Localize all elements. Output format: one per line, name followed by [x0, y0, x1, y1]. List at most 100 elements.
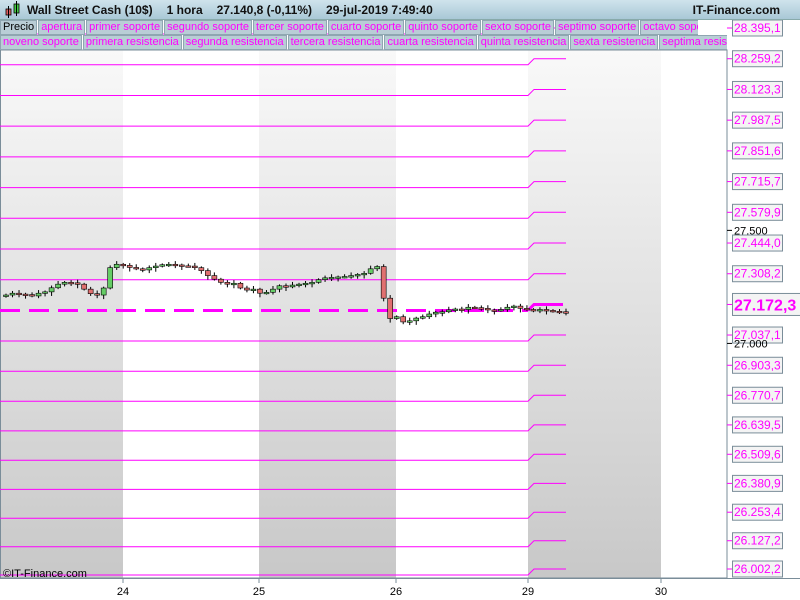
legend-item[interactable]: septima resistencia: [659, 35, 727, 50]
candle-body: [35, 292, 42, 297]
level-label: 28.259,2: [734, 52, 781, 66]
candle-body: [231, 282, 237, 286]
legend-item[interactable]: segundo soporte: [164, 20, 253, 35]
candle-body: [491, 309, 498, 312]
candle-body: [328, 277, 335, 280]
candle-body: [400, 316, 407, 323]
candle-body: [563, 311, 569, 314]
level-label: 27.444,0: [734, 236, 781, 250]
legend-item[interactable]: tercer soporte: [253, 20, 327, 35]
level-label: 27.987,5: [734, 113, 781, 127]
candle-body: [289, 284, 296, 288]
candle-body: [426, 313, 433, 318]
candle-body: [413, 317, 420, 322]
candle-body: [472, 306, 478, 310]
candle-body: [159, 264, 166, 267]
candle-body: [205, 270, 211, 276]
candle-body: [107, 267, 113, 289]
candlestick-logo-icon: [5, 0, 20, 18]
candle-body: [165, 263, 172, 267]
candle-body: [341, 276, 348, 279]
candle-body: [550, 310, 556, 313]
datetime: 29-jul-2019 7:49:40: [326, 2, 433, 17]
level-label: 26.127,2: [734, 534, 781, 548]
candle-body: [504, 306, 511, 310]
candle-body: [498, 309, 504, 312]
candle-body: [315, 279, 322, 283]
x-tick-label: 29: [522, 586, 534, 598]
candle-body: [16, 292, 22, 296]
candle-body: [517, 305, 524, 309]
legend-item[interactable]: Precio: [0, 20, 38, 35]
candle-body: [406, 320, 413, 323]
candle-body: [556, 311, 563, 314]
candle-body: [61, 282, 68, 285]
candle-body: [263, 292, 270, 295]
candle-body: [419, 316, 426, 319]
last-price: 27.140,8 (-0,11%): [216, 2, 313, 17]
candle-body: [387, 297, 393, 319]
candle-body: [459, 308, 465, 311]
candle-body: [367, 268, 374, 274]
level-label: 26.903,3: [734, 358, 781, 372]
legend-item[interactable]: primer soporte: [86, 20, 164, 35]
candle-body: [218, 278, 224, 283]
level-label: 26.253,4: [734, 505, 781, 519]
legend-item[interactable]: sexta resistencia: [570, 35, 659, 50]
candle-body: [250, 288, 257, 291]
legend-item[interactable]: apertura: [38, 20, 86, 35]
legend-row-1: Precio apertura primer soporte segundo sopo…: [0, 20, 698, 35]
candle-body: [276, 285, 283, 290]
level-label: 26.002,2: [734, 562, 781, 576]
legend-item[interactable]: primera resistencia: [82, 35, 182, 50]
candle-body: [478, 307, 485, 310]
brand: IT-Finance.com: [692, 3, 780, 17]
legend-item[interactable]: quinta resistencia: [477, 35, 570, 50]
x-tick-label: 24: [117, 586, 129, 598]
candle-body: [113, 263, 120, 268]
candle-body: [3, 294, 9, 297]
level-label: 28.395,1: [734, 21, 781, 35]
legend-item[interactable]: noveno soporte: [0, 35, 82, 50]
candle-body: [296, 283, 302, 286]
legend-item[interactable]: cuarta resistencia: [384, 35, 477, 50]
candle-body: [543, 309, 550, 312]
legend-item[interactable]: tercera resistencia: [287, 35, 384, 50]
level-label: 26.639,5: [734, 418, 781, 432]
legend-item[interactable]: segunda resistencia: [182, 35, 287, 50]
instrument-title: Wall Street Cash (10$): [27, 2, 153, 17]
watermark: ©IT-Finance.com: [3, 568, 87, 580]
candle-body: [237, 282, 244, 289]
day-band: [528, 50, 661, 578]
level-label: 27.308,2: [734, 267, 781, 281]
candle-body: [270, 288, 276, 293]
candle-body: [511, 305, 517, 308]
legend-item[interactable]: cuarto soporte: [327, 20, 405, 35]
candle-body: [29, 294, 35, 297]
candle-body: [393, 316, 400, 319]
candle-body: [152, 265, 159, 268]
y-tick-label: 27.000: [734, 338, 768, 350]
candle-body: [22, 293, 29, 296]
candle-body: [322, 277, 328, 280]
legend-item[interactable]: quinto soporte: [405, 20, 481, 35]
level-label: 27.579,9: [734, 205, 781, 219]
candle-body: [309, 282, 315, 285]
candle-body: [192, 265, 198, 268]
candle-body: [55, 283, 61, 289]
candle-body: [530, 309, 537, 312]
legend-item[interactable]: septimo soporte: [555, 20, 640, 35]
x-tick-label: 30: [655, 586, 667, 598]
candle-body: [524, 308, 530, 311]
candle-body: [74, 282, 81, 285]
candle-body: [439, 311, 446, 314]
candle-body: [139, 268, 146, 271]
level-label: 28.123,3: [734, 82, 781, 96]
day-band: [259, 50, 396, 578]
legend-item[interactable]: octavo soporte: [640, 20, 698, 35]
candle-body: [42, 291, 48, 294]
legend-item[interactable]: sexto soporte: [481, 20, 555, 35]
candle-body: [465, 306, 472, 310]
timeframe[interactable]: 1 hora: [167, 3, 203, 17]
candle-body: [120, 263, 127, 267]
